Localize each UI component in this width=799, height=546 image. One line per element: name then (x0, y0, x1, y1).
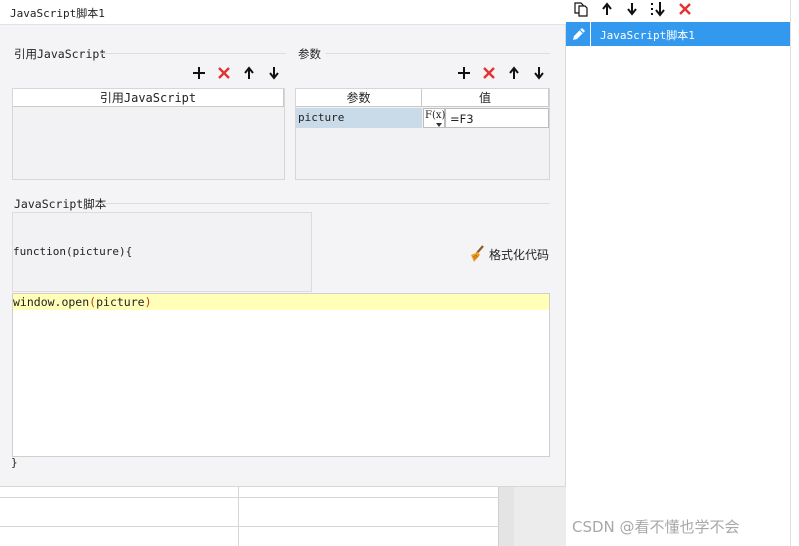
arrow-up-icon (244, 66, 254, 79)
params-section-label: 参数 (298, 47, 321, 61)
arrow-down-icon (534, 67, 544, 80)
move-script-down-button[interactable] (623, 0, 641, 18)
grid-scrollbar[interactable] (498, 487, 514, 546)
function-header-box: function(picture){ (12, 212, 312, 292)
move-param-down-button[interactable] (530, 64, 548, 82)
delete-icon (218, 67, 230, 79)
script-section-rule (100, 203, 550, 204)
move-import-down-button[interactable] (265, 64, 283, 82)
delete-icon (679, 3, 691, 15)
format-code-label: 格式化代码 (489, 247, 550, 262)
params-column-header-value[interactable]: 值 (422, 89, 549, 107)
pencil-icon (573, 28, 585, 40)
script-list-panel (566, 0, 799, 546)
params-column-header-name[interactable]: 参数 (296, 89, 422, 107)
script-list-item-label: JavaScript脚本1 (600, 29, 695, 42)
format-code-button[interactable]: 格式化代码 (468, 244, 552, 264)
closing-brace: } (11, 456, 18, 469)
add-param-button[interactable] (455, 64, 473, 82)
move-param-up-button[interactable] (505, 64, 523, 82)
grid-row-line (0, 526, 498, 527)
code-argument: picture (96, 295, 145, 309)
list-item-divider (590, 22, 591, 46)
right-panel-border (790, 0, 791, 546)
move-script-up-button[interactable] (598, 0, 616, 18)
copy-script-button[interactable] (572, 0, 590, 18)
window-title: JavaScript脚本1 (10, 7, 105, 20)
move-script-bottom-button[interactable] (649, 0, 667, 18)
copy-icon (574, 2, 588, 17)
formula-button[interactable]: F(x) (423, 108, 445, 128)
arrow-up-icon (602, 2, 612, 15)
add-icon (193, 67, 205, 79)
arrow-down-icon (627, 3, 637, 16)
param-value: =F3 (450, 112, 474, 126)
params-section-rule (326, 53, 550, 54)
arrow-down-icon (269, 67, 279, 80)
watermark: CSDN @看不懂也学不会 (572, 518, 740, 536)
code-editor[interactable]: window.open(picture) (12, 293, 550, 457)
grid-col-line (238, 487, 239, 546)
sort-down-icon (651, 2, 665, 17)
imports-table: 引用JavaScript (12, 88, 285, 180)
imports-section-rule (100, 53, 286, 54)
code-call: window.open (13, 295, 90, 309)
title-bar: JavaScript脚本1 (0, 0, 566, 25)
script-list-item[interactable]: JavaScript脚本1 (566, 22, 790, 46)
broom-icon (471, 245, 484, 262)
formula-icon: F(x) (425, 110, 446, 121)
script-section-label: JavaScript脚本 (14, 197, 107, 211)
grid-row-line (0, 497, 498, 498)
delete-icon (483, 67, 495, 79)
params-table: 参数 值 picture F(x) =F3 (295, 88, 550, 180)
param-name: picture (298, 111, 345, 124)
imports-section-label: 引用JavaScript (14, 47, 107, 61)
grid-gutter (514, 487, 566, 546)
add-icon (458, 67, 470, 79)
chevron-down-icon (436, 123, 442, 127)
code-line: window.open(picture) (13, 294, 152, 310)
move-import-up-button[interactable] (240, 64, 258, 82)
function-signature: function(picture){ (13, 245, 133, 258)
param-name-cell[interactable]: picture (296, 108, 422, 128)
delete-script-button[interactable] (676, 0, 694, 18)
arrow-up-icon (509, 66, 519, 79)
param-value-input[interactable]: =F3 (445, 108, 549, 128)
spreadsheet-grid[interactable] (0, 486, 566, 546)
delete-param-button[interactable] (480, 64, 498, 82)
delete-import-button[interactable] (215, 64, 233, 82)
code-close-paren: ) (144, 295, 152, 309)
imports-column-header[interactable]: 引用JavaScript (13, 89, 284, 107)
add-import-button[interactable] (190, 64, 208, 82)
